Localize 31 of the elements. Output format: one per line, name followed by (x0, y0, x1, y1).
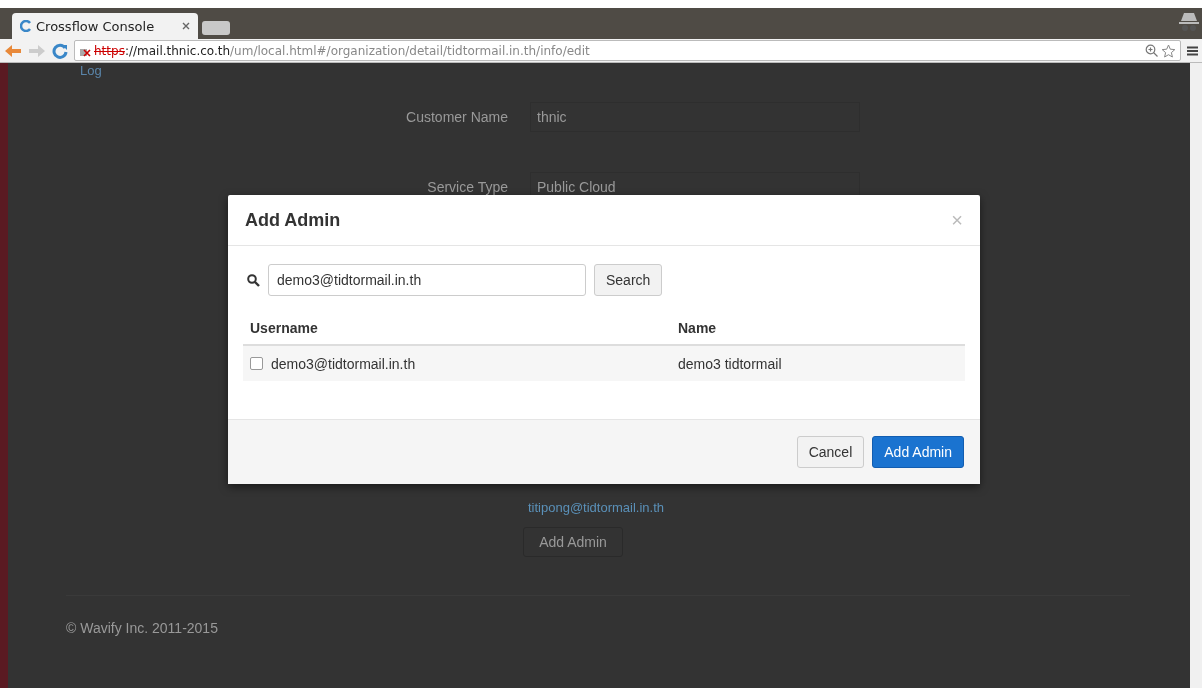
close-tab-icon[interactable] (182, 22, 190, 30)
zoom-icon[interactable] (1145, 44, 1158, 57)
incognito-icon (1178, 11, 1200, 33)
c-logo-icon (20, 20, 32, 32)
text-field[interactable]: thnic (530, 102, 860, 132)
star-icon[interactable] (1161, 43, 1176, 58)
browser-tab[interactable]: Crossflow Console (12, 13, 198, 39)
search-field[interactable]: demo3@tidtormail.in.th (268, 264, 586, 296)
menu-icon[interactable] (1187, 45, 1198, 56)
table-cell: demo3 tidtormail (678, 355, 782, 372)
new-tab-button[interactable] (202, 21, 230, 35)
copyright-text: © Wavify Inc. 2011-2015 (66, 620, 219, 636)
search-icon (247, 273, 260, 287)
column-header: Name (678, 320, 717, 336)
tab-title: Crossflow Console (36, 18, 155, 34)
url-text: https://mail.thnic.co.th/um/local.html#/organization/detail/tidtormail.in.th/info/edit (94, 43, 590, 58)
field-label: Customer Name (405, 109, 509, 125)
add-admin-button[interactable]: Add Admin (872, 436, 964, 468)
reload-icon[interactable] (52, 42, 68, 59)
admin-email-link[interactable]: titipong@tidtormail.in.th (528, 500, 1130, 515)
add-admin-button[interactable]: Add Admin (523, 527, 623, 557)
address-bar[interactable]: https://mail.thnic.co.th/um/local.html#/organization/detail/tidtormail.in.th/info/edit (74, 40, 1181, 61)
dialog-title: Add Admin (245, 209, 341, 231)
column-header: Username (250, 320, 319, 336)
field-label: Service Type (426, 179, 509, 195)
checkbox[interactable] (250, 357, 263, 370)
cancel-button[interactable]: Cancel (796, 436, 865, 468)
back-arrow-icon[interactable] (4, 43, 22, 58)
table-cell: demo3@tidtormail.in.th (271, 355, 416, 372)
search-button[interactable]: Search (594, 264, 663, 296)
log-link[interactable]: Log (80, 63, 102, 78)
